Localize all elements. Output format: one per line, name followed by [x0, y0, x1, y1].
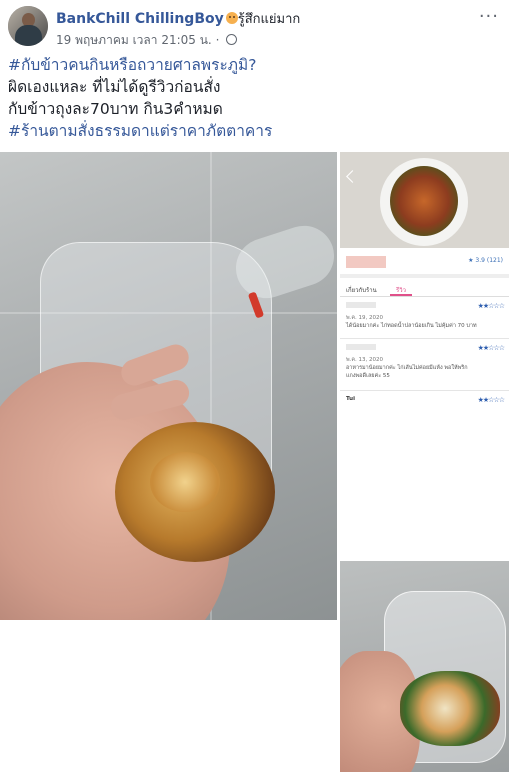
- author-row: BankChill ChillingBoy รู้สึกแย่มาก: [56, 8, 301, 27]
- meta-separator: ·: [215, 33, 220, 47]
- review-tabs: เกี่ยวกับร้าน รีวิว: [340, 280, 509, 297]
- hashtag-line[interactable]: #กับข้าวคนกินหรือถวายศาลพระภูมิ?: [8, 54, 503, 76]
- post-meta: 19 พฤษภาคม เวลา 21:05 น. ·: [56, 31, 238, 50]
- tab-about: เกี่ยวกับร้าน: [346, 287, 377, 294]
- review-item: ★★☆☆☆ พ.ค. 13, 2020 อาหารมาน้อยมากค่ะ ไก…: [346, 344, 505, 379]
- photo-app-review-screenshot[interactable]: ★ 3.9 (121) เกี่ยวกับร้าน รีวิว ★★☆☆☆ พ.…: [340, 152, 509, 558]
- hashtag-line[interactable]: #ร้านตามสั่งธรรมดาแต่ราคาภัตตาคาร: [8, 120, 503, 142]
- restaurant-rating: ★ 3.9 (121): [468, 257, 503, 264]
- review-item: ★★☆☆☆ พ.ค. 19, 2020 ได้น้อยมากค่ะ ไก่ทอด…: [346, 302, 505, 329]
- post-timestamp[interactable]: 19 พฤษภาคม เวลา 21:05 น.: [56, 33, 212, 47]
- photo-food-bag-large[interactable]: [0, 152, 337, 620]
- more-options-button[interactable]: ···: [479, 6, 499, 27]
- curry-in-bag: [400, 671, 500, 746]
- restaurant-name-redacted: [346, 256, 386, 268]
- back-arrow-icon: [346, 170, 359, 183]
- dish-photo: [390, 166, 458, 236]
- review-item: Tui ★★☆☆☆: [346, 396, 505, 404]
- angry-face-icon: [225, 12, 238, 24]
- photo-grid: ★ 3.9 (121) เกี่ยวกับร้าน รีวิว ★★☆☆☆ พ.…: [0, 152, 509, 772]
- post-text-line: ผิดเองแหละ ที่ไม่ได้ดูรีวิวก่อนสั่ง: [8, 78, 221, 96]
- post-text: #กับข้าวคนกินหรือถวายศาลพระภูมิ? ผิดเองแ…: [8, 54, 503, 142]
- post-header: BankChill ChillingBoy รู้สึกแย่มาก 19 พฤษ…: [0, 0, 509, 52]
- author-name[interactable]: BankChill ChillingBoy: [56, 11, 224, 27]
- globe-icon[interactable]: [226, 34, 238, 45]
- avatar[interactable]: [8, 6, 48, 46]
- post-text-line: กับข้าวถุงละ70บาท กิน3คำหมด: [8, 100, 223, 118]
- feeling-label: รู้สึกแย่มาก: [237, 12, 301, 27]
- photo-food-bag-small[interactable]: [340, 561, 509, 772]
